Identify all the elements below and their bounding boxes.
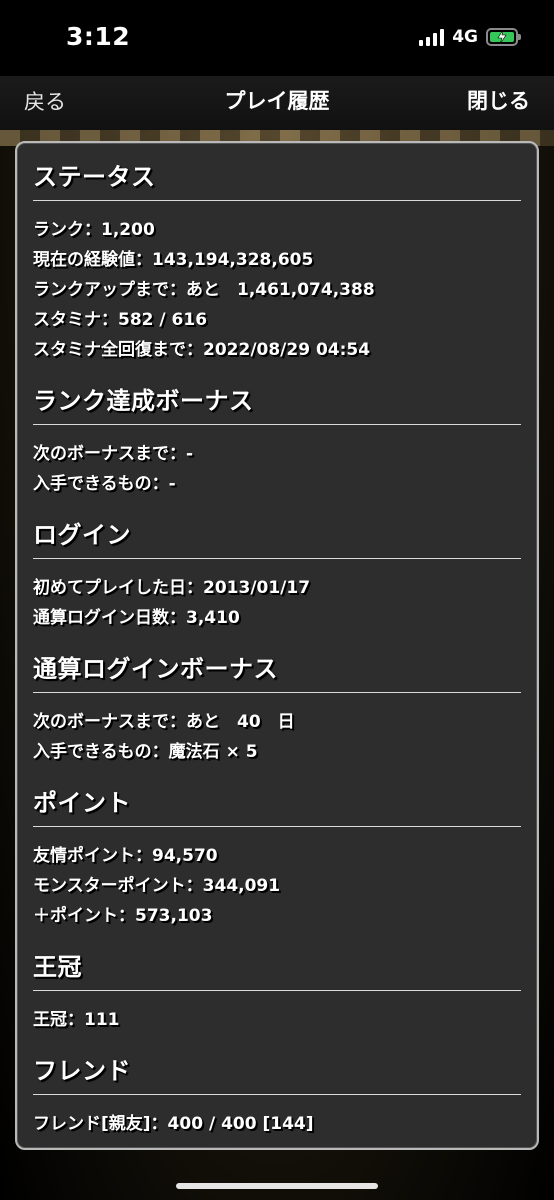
section-title: ログイン <box>33 515 521 559</box>
play-history-panel[interactable]: ステータス ランク：1,200 現在の経験値：143,194,328,605 ラ… <box>15 141 539 1150</box>
stamina-row: スタミナ：582 / 616 <box>33 310 208 330</box>
login-bonus-reward-row: 入手できるもの：魔法石 × 5 <box>33 742 258 762</box>
cellular-signal-icon <box>419 28 445 46</box>
status-bar: 3:12 4G <box>0 0 554 76</box>
section-title: ステータス <box>33 157 521 201</box>
first-play-date-row: 初めてプレイした日：2013/01/17 <box>33 578 311 598</box>
battery-charging-icon <box>486 28 521 46</box>
friend-points-row: 友情ポイント：94,570 <box>33 846 218 866</box>
friends-section: フレンド フレンド[親友]：400 / 400 [144] <box>33 1051 521 1139</box>
section-title: フレンド <box>33 1051 521 1095</box>
total-login-days-row: 通算ログイン日数：3,410 <box>33 608 240 628</box>
section-title: ランク達成ボーナス <box>33 381 521 425</box>
next-login-bonus-row: 次のボーナスまで：あと 40 日 <box>33 712 295 732</box>
points-section: ポイント 友情ポイント：94,570 モンスターポイント：344,091 ＋ポイ… <box>33 783 521 931</box>
login-bonus-section: 通算ログインボーナス 次のボーナスまで：あと 40 日 入手できるもの：魔法石 … <box>33 649 521 767</box>
login-section: ログイン 初めてプレイした日：2013/01/17 通算ログイン日数：3,410 <box>33 515 521 633</box>
section-title: 王冠 <box>33 947 521 991</box>
rank-bonus-section: ランク達成ボーナス 次のボーナスまで：- 入手できるもの：- <box>33 381 521 499</box>
navigation-bar: 戻る プレイ履歴 閉じる <box>0 76 554 130</box>
section-title: 通算ログインボーナス <box>33 649 521 693</box>
current-exp-row: 現在の経験値：143,194,328,605 <box>33 250 314 270</box>
home-indicator[interactable] <box>176 1183 378 1189</box>
network-type: 4G <box>452 27 478 47</box>
monster-points-row: モンスターポイント：344,091 <box>33 876 281 896</box>
plus-points-row: ＋ポイント：573,103 <box>33 906 213 926</box>
stamina-recovery-row: スタミナ全回復まで：2022/08/29 04:54 <box>33 340 371 360</box>
bonus-reward-row: 入手できるもの：- <box>33 474 176 494</box>
next-bonus-row: 次のボーナスまで：- <box>33 444 194 464</box>
status-section: ステータス ランク：1,200 現在の経験値：143,194,328,605 ラ… <box>33 157 521 365</box>
status-time: 3:12 <box>66 22 131 51</box>
rank-row: ランク：1,200 <box>33 220 155 240</box>
close-button[interactable]: 閉じる <box>467 85 530 115</box>
crown-count-row: 王冠：111 <box>33 1010 120 1030</box>
section-title: ポイント <box>33 783 521 827</box>
exp-to-rankup-row: ランクアップまで：あと 1,461,074,388 <box>33 280 375 300</box>
crown-section: 王冠 王冠：111 <box>33 947 521 1035</box>
status-indicators: 4G <box>419 26 521 48</box>
friend-count-row: フレンド[親友]：400 / 400 [144] <box>33 1114 314 1134</box>
